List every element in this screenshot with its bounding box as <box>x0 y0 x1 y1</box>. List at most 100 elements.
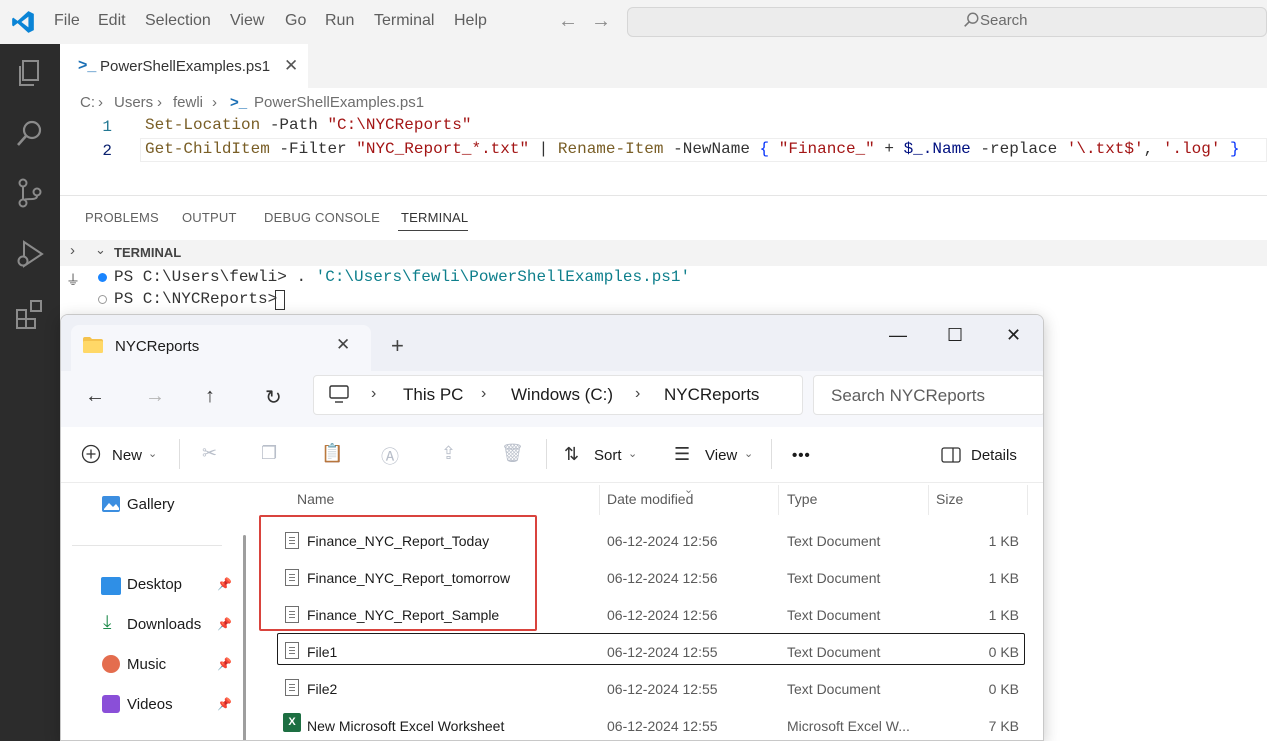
menu-selection[interactable]: Selection <box>145 12 211 30</box>
breadcrumb-drive[interactable]: C: <box>80 94 95 111</box>
back-arrow-icon[interactable]: ← <box>85 385 105 408</box>
column-header-date-modified[interactable]: Date modified <box>607 491 693 507</box>
address-windows-drive[interactable]: Windows (C:) <box>511 385 613 405</box>
pin-icon[interactable]: 📌 <box>217 657 232 671</box>
navigation-pane-scrollbar[interactable] <box>243 535 246 740</box>
new-tab-icon[interactable]: + <box>391 333 404 359</box>
address-this-pc[interactable]: This PC <box>403 385 463 405</box>
code-token: "Finance_" <box>778 140 875 158</box>
maximize-icon[interactable]: ☐ <box>947 325 963 346</box>
active-tab-indicator <box>398 230 468 231</box>
chevron-right-icon[interactable]: › <box>635 385 640 403</box>
sort-button[interactable]: Sort <box>594 447 622 464</box>
menu-terminal[interactable]: Terminal <box>374 12 434 30</box>
menu-file[interactable]: File <box>54 12 80 30</box>
chevron-right-icon[interactable]: › <box>481 385 486 403</box>
back-arrow-icon[interactable]: ← <box>558 10 578 33</box>
source-control-icon[interactable] <box>14 177 46 209</box>
pin-icon[interactable]: 📌 <box>217 617 232 631</box>
file-name[interactable]: New Microsoft Excel Worksheet <box>307 718 504 734</box>
explorer-files-icon[interactable] <box>14 57 46 89</box>
pin-icon[interactable]: 📌 <box>217 577 232 591</box>
tab-debug-console[interactable]: DEBUG CONSOLE <box>264 210 380 225</box>
chevron-down-icon[interactable]: ⌄ <box>628 447 637 460</box>
chevron-down-icon[interactable]: ⌄ <box>744 447 753 460</box>
command-success-dot-icon[interactable] <box>98 273 107 282</box>
sort-icon[interactable]: ⇅ <box>564 444 579 465</box>
new-button[interactable]: New <box>112 447 142 464</box>
close-window-icon[interactable]: ✕ <box>1006 325 1021 346</box>
extensions-icon[interactable] <box>14 298 46 330</box>
column-divider[interactable] <box>928 485 929 515</box>
vscode-logo-icon <box>12 11 34 33</box>
column-divider[interactable] <box>599 485 600 515</box>
tab-close-icon[interactable]: ✕ <box>336 335 350 355</box>
details-pane-icon[interactable] <box>941 447 961 463</box>
column-header-name[interactable]: Name <box>297 491 334 507</box>
terminal-line-2[interactable]: PS C:\NYCReports> <box>114 290 287 308</box>
chevron-down-icon[interactable]: ⌄ <box>95 242 106 258</box>
menu-go[interactable]: Go <box>285 12 306 30</box>
run-debug-icon[interactable] <box>14 238 46 270</box>
chevron-right-icon[interactable]: › <box>371 385 376 403</box>
nav-item-gallery[interactable]: Gallery <box>127 496 175 513</box>
file-name[interactable]: File2 <box>307 681 337 697</box>
forward-arrow-icon[interactable]: → <box>145 385 165 408</box>
view-icon[interactable]: ☰ <box>674 444 690 465</box>
minimize-icon[interactable]: — <box>889 325 907 346</box>
code-line-2[interactable]: Get-ChildItem -Filter "NYC_Report_*.txt"… <box>145 140 1240 158</box>
tab-terminal[interactable]: TERMINAL <box>401 210 468 225</box>
nav-item-downloads[interactable]: Downloads <box>127 616 201 633</box>
refresh-icon[interactable]: ↻ <box>265 385 282 410</box>
up-arrow-icon[interactable]: ↑ <box>205 385 215 408</box>
code-line-1[interactable]: Set-Location -Path "C:\NYCReports" <box>145 116 471 134</box>
breadcrumb-file[interactable]: PowerShellExamples.ps1 <box>254 94 424 111</box>
column-divider[interactable] <box>778 485 779 515</box>
chevron-right-icon[interactable]: › <box>70 242 75 259</box>
address-nycreports[interactable]: NYCReports <box>664 385 759 405</box>
forward-arrow-icon[interactable]: → <box>591 10 611 33</box>
chevron-down-icon[interactable]: ⌄ <box>148 447 157 460</box>
terminal-prompt: PS C:\Users\fewli> <box>114 268 297 286</box>
view-button[interactable]: View <box>705 447 737 464</box>
command-center-search[interactable] <box>627 7 1267 37</box>
new-plus-icon[interactable] <box>81 444 101 464</box>
terminal-section-header[interactable] <box>60 240 1267 266</box>
column-divider[interactable] <box>1027 485 1028 515</box>
tab-output[interactable]: OUTPUT <box>182 210 237 225</box>
more-options-button[interactable]: ••• <box>792 447 811 464</box>
plug-icon[interactable]: ⏚ <box>66 270 80 290</box>
tab-problems[interactable]: PROBLEMS <box>85 210 159 225</box>
videos-icon <box>102 695 120 713</box>
copy-icon[interactable]: ❐ <box>261 443 277 464</box>
file-type: Text Document <box>787 570 881 586</box>
downloads-icon: ⤓ <box>103 612 112 633</box>
column-header-size[interactable]: Size <box>936 491 963 507</box>
nav-item-videos[interactable]: Videos <box>127 696 173 713</box>
cut-icon[interactable]: ✂ <box>202 443 217 464</box>
menu-run[interactable]: Run <box>325 12 354 30</box>
nav-item-desktop[interactable]: Desktop <box>127 576 182 593</box>
breadcrumb-fewli[interactable]: fewli <box>173 94 203 111</box>
column-header-type[interactable]: Type <box>787 491 817 507</box>
search-placeholder: Search NYCReports <box>831 386 986 405</box>
delete-icon[interactable]: 🗑 <box>501 443 524 464</box>
file-date-modified: 06-12-2024 12:55 <box>607 644 718 660</box>
breadcrumb-users[interactable]: Users <box>114 94 153 111</box>
search-activity-icon[interactable] <box>14 117 46 149</box>
details-button[interactable]: Details <box>971 447 1017 464</box>
command-pending-dot-icon[interactable] <box>98 295 107 304</box>
search-icon <box>964 12 979 27</box>
paste-icon[interactable]: 📋 <box>321 443 343 464</box>
nav-item-music[interactable]: Music <box>127 656 166 673</box>
menu-help[interactable]: Help <box>454 12 487 30</box>
code-token: , <box>1143 140 1163 158</box>
share-icon[interactable]: ⇪ <box>441 443 456 464</box>
menu-view[interactable]: View <box>230 12 264 30</box>
pin-icon[interactable]: 📌 <box>217 697 232 711</box>
code-token: | <box>529 140 558 158</box>
rename-icon[interactable]: Ⓐ <box>381 443 399 469</box>
menu-edit[interactable]: Edit <box>98 12 126 30</box>
tab-close-icon[interactable]: ✕ <box>284 56 298 76</box>
file-name[interactable]: File1 <box>307 644 337 660</box>
